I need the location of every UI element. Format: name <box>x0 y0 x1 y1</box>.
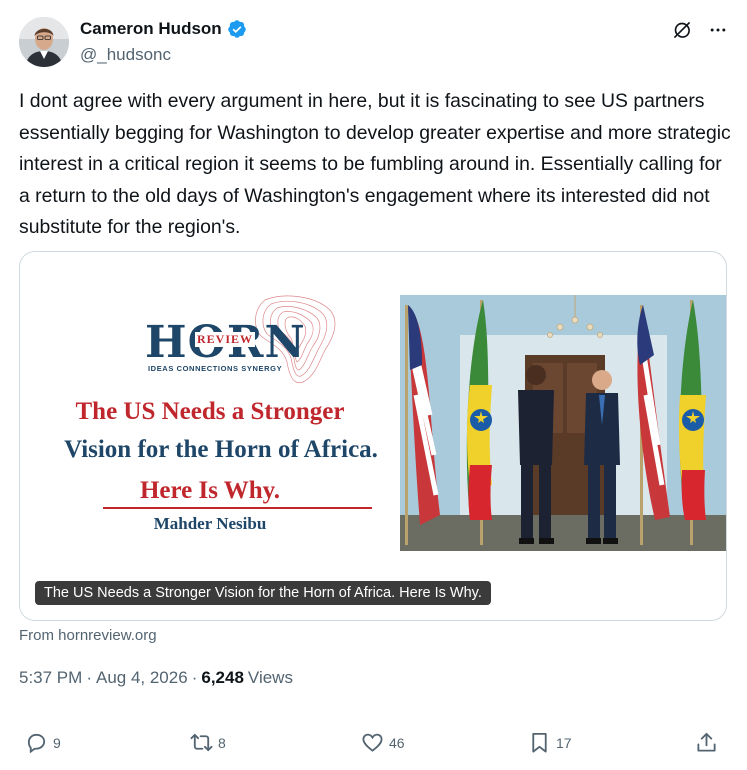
card-graphic: HORN REVIEW IDEAS CONNECTIONS SYNERGY Th… <box>20 252 400 620</box>
share-icon <box>697 732 716 752</box>
bookmark-icon <box>532 732 547 753</box>
card-source-link[interactable]: From hornreview.org <box>19 627 157 644</box>
card-headline-line1: The US Needs a Stronger <box>75 398 345 425</box>
more-icon[interactable] <box>707 19 729 41</box>
logo-tagline: IDEAS CONNECTIONS SYNERGY <box>148 364 283 373</box>
top-actions <box>671 19 729 41</box>
repost-button[interactable]: 8 <box>190 731 226 754</box>
logo-overlay-text: REVIEW <box>195 332 256 347</box>
horn-review-logo: HORN REVIEW <box>145 317 306 368</box>
tweet-date[interactable]: Aug 4, 2026 <box>96 668 188 688</box>
author-handle[interactable]: @_hudsonc <box>80 45 171 65</box>
link-card[interactable]: HORN REVIEW IDEAS CONNECTIONS SYNERGY Th… <box>19 251 727 621</box>
avatar-image <box>19 17 69 67</box>
tweet-time[interactable]: 5:37 PM <box>19 668 82 688</box>
card-headline-line2: Vision for the Horn of Africa. <box>64 436 378 463</box>
reply-icon <box>27 733 46 754</box>
card-photo <box>400 295 726 551</box>
like-button[interactable]: 46 <box>361 731 405 754</box>
repost-icon <box>190 733 213 752</box>
reply-button[interactable]: 9 <box>25 731 61 754</box>
like-count: 46 <box>389 734 405 751</box>
author-name[interactable]: Cameron Hudson <box>80 19 222 39</box>
grok-icon[interactable] <box>671 19 693 41</box>
card-author: Mahder Nesibu <box>153 514 267 533</box>
author-row[interactable]: Cameron Hudson <box>80 19 247 39</box>
bookmark-count: 17 <box>556 734 572 751</box>
action-bar: 9 8 46 17 <box>0 728 747 760</box>
reply-count: 9 <box>53 734 61 751</box>
avatar[interactable] <box>19 17 69 67</box>
photo-image <box>400 295 726 551</box>
tweet-text: I dont agree with every argument in here… <box>19 90 731 238</box>
share-button[interactable] <box>695 731 718 754</box>
tweet-meta: 5:37 PM · Aug 4, 2026 · 6,248 Views <box>19 668 293 688</box>
bookmark-button[interactable]: 17 <box>528 731 572 754</box>
views-count: 6,248 <box>201 668 244 687</box>
card-headline-line3: Here Is Why. <box>139 477 281 504</box>
card-divider <box>103 507 372 509</box>
meta-separator: · <box>191 668 198 687</box>
repost-count: 8 <box>218 734 226 751</box>
heart-icon <box>362 733 383 752</box>
views-label: Views <box>247 668 293 687</box>
card-caption: The US Needs a Stronger Vision for the H… <box>35 581 491 605</box>
verified-badge-icon <box>227 20 246 38</box>
meta-separator: · <box>86 668 92 687</box>
